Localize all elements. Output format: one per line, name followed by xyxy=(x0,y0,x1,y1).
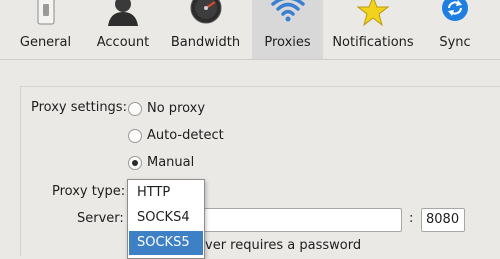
switch-icon xyxy=(37,0,54,25)
proxy-settings-label: Proxy settings: xyxy=(31,100,127,115)
radio-manual-label[interactable]: Manual xyxy=(147,155,194,170)
tab-notifications[interactable]: Notifications xyxy=(323,0,423,59)
proxy-type-dropdown[interactable]: HTTP SOCKS4 SOCKS5 xyxy=(127,179,205,259)
password-checkbox-label[interactable]: ver requires a password xyxy=(205,238,361,253)
proxy-type-label: Proxy type: xyxy=(52,184,126,199)
tab-bandwidth-label: Bandwidth xyxy=(170,35,241,50)
server-input[interactable] xyxy=(200,208,402,232)
tab-sync[interactable]: Sync xyxy=(423,0,487,59)
tab-notifications-label: Notifications xyxy=(332,35,414,50)
option-socks4[interactable]: SOCKS4 xyxy=(129,206,203,230)
radio-no-proxy-label[interactable]: No proxy xyxy=(147,101,205,116)
radio-auto-detect-label[interactable]: Auto-detect xyxy=(147,128,224,143)
sync-icon xyxy=(442,0,468,21)
port-input[interactable]: 8080 xyxy=(421,208,465,232)
tab-general-label: General xyxy=(19,35,72,50)
radio-no-proxy[interactable] xyxy=(128,102,142,116)
tab-account[interactable]: Account xyxy=(87,0,159,59)
wifi-icon xyxy=(270,0,305,22)
user-icon xyxy=(108,0,138,26)
tab-general[interactable]: General xyxy=(4,0,87,59)
port-separator: : xyxy=(409,211,414,226)
tab-sync-label: Sync xyxy=(439,35,471,50)
speedometer-icon xyxy=(190,0,221,24)
option-http[interactable]: HTTP xyxy=(129,181,203,205)
radio-auto-detect[interactable] xyxy=(128,129,142,143)
tab-proxies[interactable]: Proxies xyxy=(252,0,323,59)
option-socks5[interactable]: SOCKS5 xyxy=(129,231,203,255)
toolbar: General Account Bandwidth Proxies Notifi… xyxy=(0,0,500,60)
radio-manual[interactable] xyxy=(128,156,142,170)
tab-proxies-label: Proxies xyxy=(264,35,311,50)
server-label: Server: xyxy=(77,211,124,226)
tab-account-label: Account xyxy=(96,35,150,50)
star-icon xyxy=(356,0,390,26)
tab-bandwidth[interactable]: Bandwidth xyxy=(159,0,252,59)
